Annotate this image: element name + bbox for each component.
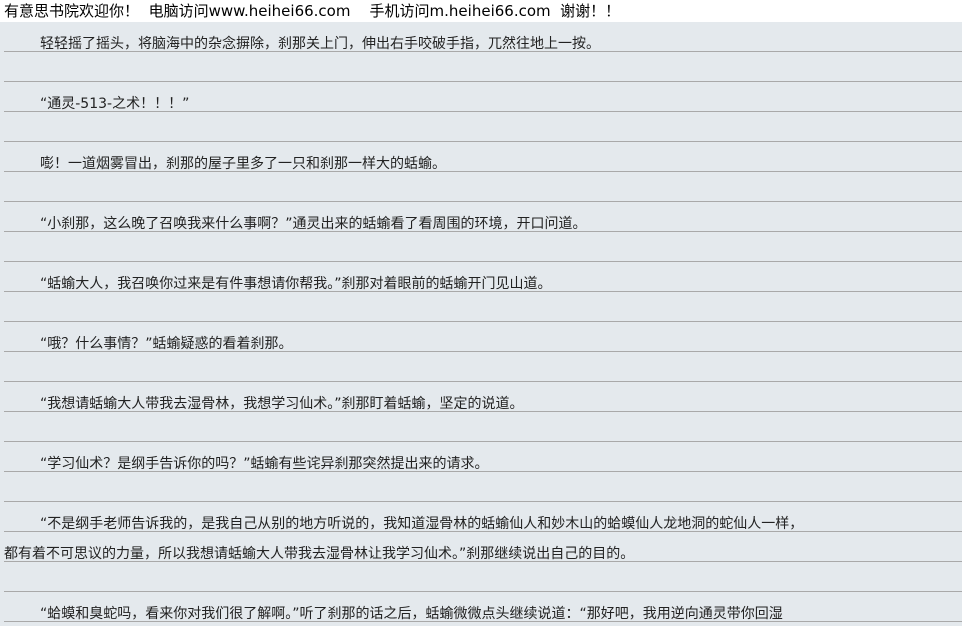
ruled-line [4, 262, 962, 292]
ruled-line [4, 622, 962, 626]
ruled-line [4, 382, 962, 412]
pc-link-text[interactable]: 电脑访问www.heihei66.com [149, 2, 351, 20]
ruled-line [4, 112, 962, 142]
ruled-line [4, 22, 962, 52]
ruled-line [4, 232, 962, 262]
ruled-line [4, 592, 962, 622]
ruled-line [4, 532, 962, 562]
ruled-line [4, 412, 962, 442]
chapter-content: 轻轻摇了摇头，将脑海中的杂念摒除，刹那关上门，伸出右手咬破手指，兀然往地上一按。… [0, 22, 962, 626]
ruled-line [4, 142, 962, 172]
ruled-line [4, 322, 962, 352]
ruled-line [4, 562, 962, 592]
thanks-text: 谢谢！！ [560, 2, 621, 20]
ruled-line [4, 502, 962, 532]
ruled-line [4, 202, 962, 232]
site-name: 有意思书院欢迎你！ [4, 2, 140, 20]
ruled-line [4, 292, 962, 322]
ruled-line [4, 52, 962, 82]
ruled-line [4, 442, 962, 472]
ruled-line [4, 472, 962, 502]
mobile-link-text[interactable]: 手机访问m.heihei66.com [370, 2, 551, 20]
site-banner: 有意思书院欢迎你！ 电脑访问www.heihei66.com 手机访问m.hei… [0, 0, 962, 22]
ruled-line [4, 352, 962, 382]
ruled-line [4, 82, 962, 112]
ruled-line [4, 172, 962, 202]
